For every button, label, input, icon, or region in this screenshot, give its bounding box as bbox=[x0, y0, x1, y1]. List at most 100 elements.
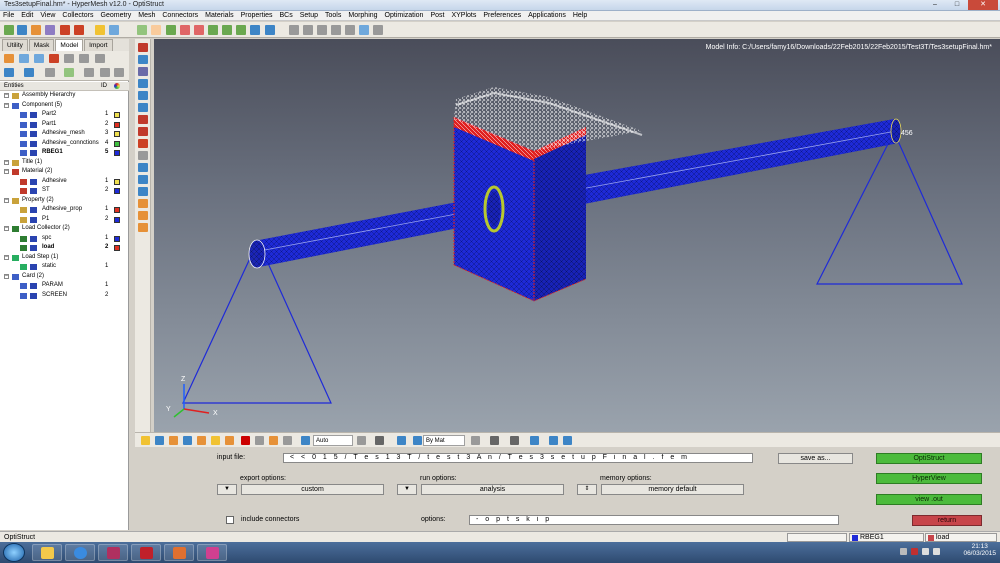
tree-expand-icon[interactable]: – bbox=[4, 159, 9, 165]
menu-preferences[interactable]: Preferences bbox=[483, 12, 521, 19]
tray-volume-icon[interactable] bbox=[922, 548, 929, 555]
save-as-button[interactable]: save as... bbox=[778, 453, 853, 464]
user-profile-icon[interactable] bbox=[95, 25, 105, 35]
menu-file[interactable]: File bbox=[3, 12, 14, 19]
side-tool-4-icon[interactable] bbox=[138, 79, 148, 88]
view-bottom-icon[interactable] bbox=[194, 25, 204, 35]
tab-mask[interactable]: Mask bbox=[28, 39, 55, 51]
display-tool-4-icon[interactable] bbox=[183, 436, 192, 445]
side-tool-8-icon[interactable] bbox=[138, 127, 148, 136]
run-options-toggle[interactable]: ▼ bbox=[397, 484, 417, 495]
display-tool-3-icon[interactable] bbox=[169, 436, 178, 445]
tray-power-icon[interactable] bbox=[933, 548, 940, 555]
tree-row[interactable]: Adhesive_prop 1 bbox=[0, 206, 126, 215]
menu-setup[interactable]: Setup bbox=[300, 12, 318, 19]
browser-isolate-icon[interactable] bbox=[95, 54, 105, 63]
side-tool-14-icon[interactable] bbox=[138, 199, 148, 208]
view-out-button[interactable]: view .out bbox=[876, 494, 982, 505]
tree-row[interactable]: Adhesive_connctions 4 bbox=[0, 140, 126, 149]
side-tool-13-icon[interactable] bbox=[138, 187, 148, 196]
display-tool-5-icon[interactable] bbox=[197, 436, 206, 445]
tree-row[interactable]: Adhesive 1 bbox=[0, 178, 126, 187]
side-tool-3-icon[interactable] bbox=[138, 67, 148, 76]
display-toggle-icon[interactable] bbox=[30, 216, 37, 223]
view-right-icon[interactable] bbox=[222, 25, 232, 35]
run-options-value[interactable]: analysis bbox=[421, 484, 564, 495]
open-model-icon[interactable] bbox=[4, 25, 14, 35]
display-toggle-icon[interactable] bbox=[30, 245, 37, 251]
side-tool-2-icon[interactable] bbox=[138, 55, 148, 64]
tree-expand-icon[interactable]: – bbox=[4, 254, 9, 260]
display-toggle-icon[interactable] bbox=[30, 188, 37, 194]
redo-icon[interactable] bbox=[74, 25, 84, 35]
rotate-icon[interactable] bbox=[317, 25, 327, 35]
feature-lines-icon[interactable] bbox=[510, 436, 519, 445]
transparency-icon[interactable] bbox=[530, 436, 539, 445]
menu-morphing[interactable]: Morphing bbox=[348, 12, 377, 19]
clock[interactable]: 21:13 06/03/2015 bbox=[963, 543, 996, 557]
auto-select-dropdown[interactable]: Auto bbox=[313, 435, 353, 446]
side-tool-15-icon[interactable] bbox=[138, 211, 148, 220]
browser-shade-icon[interactable] bbox=[114, 68, 124, 77]
hyperview-button[interactable]: HyperView bbox=[876, 473, 982, 484]
display-tool-2-icon[interactable] bbox=[155, 436, 164, 445]
menu-edit[interactable]: Edit bbox=[21, 12, 33, 19]
menu-bcs[interactable]: BCs bbox=[279, 12, 292, 19]
input-file-field[interactable]: < < 0 1 5 / T e s 1 3 T / t e s t 3 A n … bbox=[283, 453, 753, 463]
tab-import[interactable]: Import bbox=[84, 39, 113, 51]
display-tool-10-icon[interactable] bbox=[283, 436, 292, 445]
display-tool-6-icon[interactable] bbox=[211, 436, 220, 445]
view-user-icon[interactable] bbox=[265, 25, 275, 35]
tree-row[interactable]: – Property (2) bbox=[0, 197, 126, 206]
browser-color-icon[interactable] bbox=[64, 68, 74, 77]
browser-wire-icon[interactable] bbox=[100, 68, 110, 77]
tree-expand-icon[interactable]: – bbox=[4, 197, 9, 203]
model-browser-icon[interactable] bbox=[109, 25, 119, 35]
browser-show-icon[interactable] bbox=[64, 54, 74, 63]
tree-row[interactable]: PARAM 1 bbox=[0, 282, 126, 291]
tree-item-color-swatch[interactable] bbox=[114, 188, 120, 194]
display-toggle-icon[interactable] bbox=[30, 207, 37, 213]
tree-row[interactable]: Part1 2 bbox=[0, 121, 126, 130]
color-mode-dropdown[interactable]: By Mat bbox=[423, 435, 465, 446]
side-tool-6-icon[interactable] bbox=[138, 103, 148, 112]
export-options-toggle[interactable]: ▼ bbox=[217, 484, 237, 495]
menu-connectors[interactable]: Connectors bbox=[162, 12, 198, 19]
wireframe-icon[interactable] bbox=[471, 436, 480, 445]
taskbar-flash[interactable] bbox=[131, 544, 161, 561]
tree-row[interactable]: – Assembly Hierarchy bbox=[0, 92, 126, 101]
tab-utility[interactable]: Utility bbox=[2, 39, 28, 51]
menu-tools[interactable]: Tools bbox=[325, 12, 341, 19]
zoom-icon[interactable] bbox=[137, 25, 147, 35]
tree-row[interactable]: ST 2 bbox=[0, 187, 126, 196]
pan-icon[interactable] bbox=[331, 25, 341, 35]
display-toggle-icon[interactable] bbox=[30, 112, 37, 118]
display-toggle-icon[interactable] bbox=[30, 264, 37, 270]
tree-row[interactable]: load 2 bbox=[0, 244, 126, 253]
view-left-icon[interactable] bbox=[208, 25, 218, 35]
close-button[interactable]: ✕ bbox=[968, 0, 998, 10]
tree-item-color-swatch[interactable] bbox=[114, 216, 120, 223]
move-icon[interactable] bbox=[373, 25, 383, 35]
browser-view-icon[interactable] bbox=[4, 54, 14, 63]
memory-options-toggle[interactable]: ⇕ bbox=[577, 484, 597, 495]
monitor-icon[interactable] bbox=[563, 436, 572, 445]
side-tool-11-icon[interactable] bbox=[138, 163, 148, 172]
menu-applications[interactable]: Applications bbox=[528, 12, 566, 19]
side-tool-16-icon[interactable] bbox=[138, 223, 148, 232]
maximize-button[interactable]: □ bbox=[946, 0, 968, 10]
tree-row[interactable]: – Load Collector (2) bbox=[0, 225, 126, 234]
current-loadcol-indicator[interactable]: load bbox=[925, 533, 997, 542]
menu-xyplots[interactable]: XYPlots bbox=[451, 12, 476, 19]
delete-icon[interactable] bbox=[241, 436, 250, 445]
side-tool-7-icon[interactable] bbox=[138, 115, 148, 124]
tree-row[interactable]: – Load Step (1) bbox=[0, 254, 126, 263]
menu-post[interactable]: Post bbox=[430, 12, 444, 19]
element-display-icon[interactable] bbox=[490, 436, 499, 445]
tree-item-color-swatch[interactable] bbox=[114, 121, 120, 128]
display-tool-1-icon[interactable] bbox=[141, 436, 150, 445]
display-toggle-icon[interactable] bbox=[30, 121, 37, 128]
menu-collectors[interactable]: Collectors bbox=[62, 12, 93, 19]
taskbar-app-3[interactable] bbox=[98, 544, 128, 561]
taskbar-explorer[interactable] bbox=[32, 544, 62, 561]
